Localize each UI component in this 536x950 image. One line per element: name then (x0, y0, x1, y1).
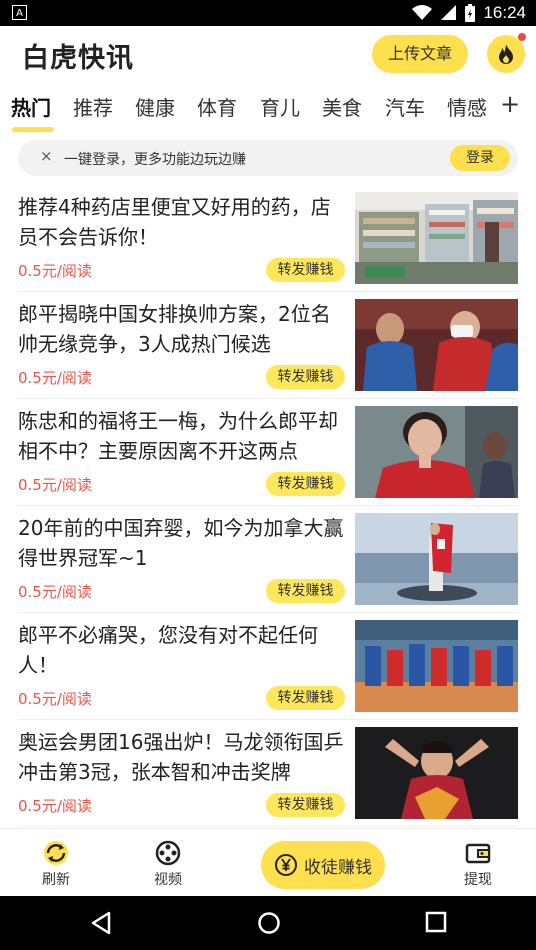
recruit-earn-button[interactable]: 收徒赚钱 (261, 841, 385, 889)
pharmacy-shelves-photo[interactable] (355, 192, 518, 284)
login-banner: × 一键登录，更多功能边玩边赚 登录 (18, 140, 518, 176)
close-icon[interactable]: × (40, 147, 53, 165)
wifi-icon (412, 5, 433, 20)
home-icon[interactable] (257, 911, 281, 935)
tab-cars[interactable]: 汽车 (385, 92, 425, 121)
volleyball-team-court-photo[interactable] (355, 620, 518, 712)
add-tab-button[interactable]: + (500, 90, 520, 118)
status-time: 16:24 (483, 3, 526, 22)
upload-article-button[interactable]: 上传文章 (372, 35, 468, 73)
film-reel-icon (155, 840, 181, 866)
divider (18, 612, 518, 613)
yen-coin-icon (275, 854, 297, 876)
table-tennis-player-photo[interactable] (355, 727, 518, 819)
share-earn-button[interactable]: 转发赚钱 (266, 793, 345, 817)
news-item[interactable]: 推荐4种药店里便宜又好用的药，店员不会告诉你！ 0.5元/阅读 转发赚钱 (0, 186, 536, 292)
news-reward: 0.5元/阅读 (18, 583, 92, 601)
divider (18, 398, 518, 399)
news-item[interactable]: 陈忠和的福将王一梅，为什么郎平却相不中？主要原因离不开这两点 0.5元/阅读 转… (0, 400, 536, 506)
divider (18, 505, 518, 506)
hot-button[interactable] (487, 33, 526, 73)
tab-emotion[interactable]: 情感 (447, 92, 487, 121)
news-reward: 0.5元/阅读 (18, 476, 92, 494)
nav-refresh-label: 刷新 (42, 872, 70, 888)
news-item[interactable]: 奥运会男团16强出炉！马龙领衔国乒冲击第3冠，张本智和冲击奖牌 0.5元/阅读 … (0, 721, 536, 827)
active-tab-indicator (12, 127, 54, 132)
share-earn-button[interactable]: 转发赚钱 (266, 472, 345, 496)
nav-video-label: 视频 (154, 872, 182, 888)
system-nav-bar (0, 896, 536, 950)
news-title[interactable]: 郎平揭晓中国女排换帅方案，2位名帅无缘竞争，3人成热门候选 (18, 299, 348, 359)
podium-canada-flag-photo[interactable] (355, 513, 518, 605)
nav-refresh[interactable]: 刷新 (26, 839, 86, 889)
login-button[interactable]: 登录 (450, 145, 510, 171)
tab-sports[interactable]: 体育 (197, 92, 237, 121)
app-title: 白虎快讯 (22, 43, 134, 74)
nav-video[interactable]: 视频 (138, 839, 198, 889)
tab-food[interactable]: 美食 (322, 92, 362, 121)
notification-a-icon: A (12, 5, 27, 20)
category-tabs: 热门 推荐 健康 体育 育儿 美食 汽车 情感 + (0, 86, 536, 132)
share-earn-button[interactable]: 转发赚钱 (266, 365, 345, 389)
volleyball-players-hugging-photo[interactable] (355, 299, 518, 391)
tab-health[interactable]: 健康 (135, 92, 175, 121)
nav-withdraw[interactable]: 提现 (448, 839, 508, 889)
divider (18, 291, 518, 292)
tab-parenting[interactable]: 育儿 (260, 92, 300, 121)
login-prompt-text: 一键登录，更多功能边玩边赚 (64, 152, 246, 168)
recent-apps-icon[interactable] (425, 911, 447, 933)
news-title[interactable]: 奥运会男团16强出炉！马龙领衔国乒冲击第3冠，张本智和冲击奖牌 (18, 727, 348, 787)
battery-charging-icon (465, 4, 476, 22)
status-bar: A 16:24 (0, 0, 536, 26)
share-earn-button[interactable]: 转发赚钱 (266, 579, 345, 603)
share-earn-button[interactable]: 转发赚钱 (266, 258, 345, 282)
share-earn-button[interactable]: 转发赚钱 (266, 686, 345, 710)
news-item[interactable]: 20年前的中国弃婴，如今为加拿大赢得世界冠军~1 0.5元/阅读 转发赚钱 (0, 507, 536, 613)
refresh-icon (44, 841, 68, 865)
news-item[interactable]: 郎平不必痛哭，您没有对不起任何人！ 0.5元/阅读 转发赚钱 (0, 614, 536, 720)
news-title[interactable]: 陈忠和的福将王一梅，为什么郎平却相不中？主要原因离不开这两点 (18, 406, 348, 466)
smiling-player-photo[interactable] (355, 406, 518, 498)
notification-dot (518, 33, 526, 41)
news-title[interactable]: 郎平不必痛哭，您没有对不起任何人！ (18, 620, 348, 680)
bottom-nav: 刷新 视频 收徒赚钱 提现 (0, 828, 536, 897)
news-reward: 0.5元/阅读 (18, 369, 92, 387)
signal-icon (441, 5, 457, 20)
news-reward: 0.5元/阅读 (18, 690, 92, 708)
news-title[interactable]: 20年前的中国弃婴，如今为加拿大赢得世界冠军~1 (18, 513, 348, 573)
app-header: 白虎快讯 上传文章 (0, 26, 536, 82)
tab-hot[interactable]: 热门 (11, 92, 51, 121)
tab-recommend[interactable]: 推荐 (73, 92, 113, 121)
divider (18, 719, 518, 720)
news-reward: 0.5元/阅读 (18, 797, 92, 815)
fire-icon (499, 44, 513, 64)
nav-withdraw-label: 提现 (464, 872, 492, 888)
news-item[interactable]: 郎平揭晓中国女排换帅方案，2位名帅无缘竞争，3人成热门候选 0.5元/阅读 转发… (0, 293, 536, 399)
divider (18, 826, 518, 827)
news-title[interactable]: 推荐4种药店里便宜又好用的药，店员不会告诉你！ (18, 192, 348, 252)
wallet-icon (465, 843, 491, 864)
news-reward: 0.5元/阅读 (18, 262, 92, 280)
back-icon[interactable] (90, 911, 112, 935)
recruit-earn-label: 收徒赚钱 (304, 857, 372, 878)
